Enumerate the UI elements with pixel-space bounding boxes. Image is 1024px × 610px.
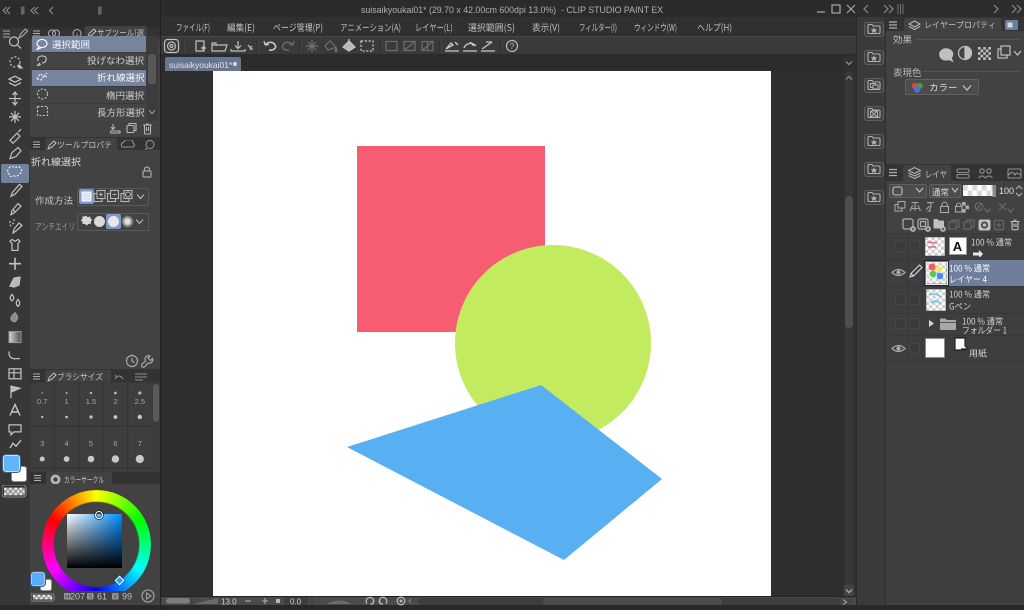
svg-text:?: ? (510, 41, 515, 51)
svg-text:3: 3 (40, 439, 44, 448)
svg-text:13.0: 13.0 (221, 598, 237, 607)
svg-text:H: H (65, 595, 69, 601)
svg-text:0.7: 0.7 (37, 397, 47, 406)
svg-text:2.5: 2.5 (135, 397, 145, 406)
svg-text:61: 61 (97, 592, 107, 602)
svg-text:6: 6 (113, 439, 117, 448)
svg-text:99: 99 (122, 592, 132, 602)
svg-text:2: 2 (113, 397, 117, 406)
svg-text:4: 4 (65, 439, 69, 448)
svg-text:0.0: 0.0 (290, 598, 302, 607)
svg-text:207: 207 (70, 592, 85, 602)
svg-text:A: A (953, 239, 963, 254)
svg-text:7: 7 (138, 439, 142, 448)
svg-text:5: 5 (89, 439, 93, 448)
svg-text:1.5: 1.5 (86, 397, 96, 406)
svg-text:1: 1 (65, 397, 69, 406)
svg-text:S: S (88, 595, 92, 601)
svg-text:V: V (113, 595, 117, 601)
